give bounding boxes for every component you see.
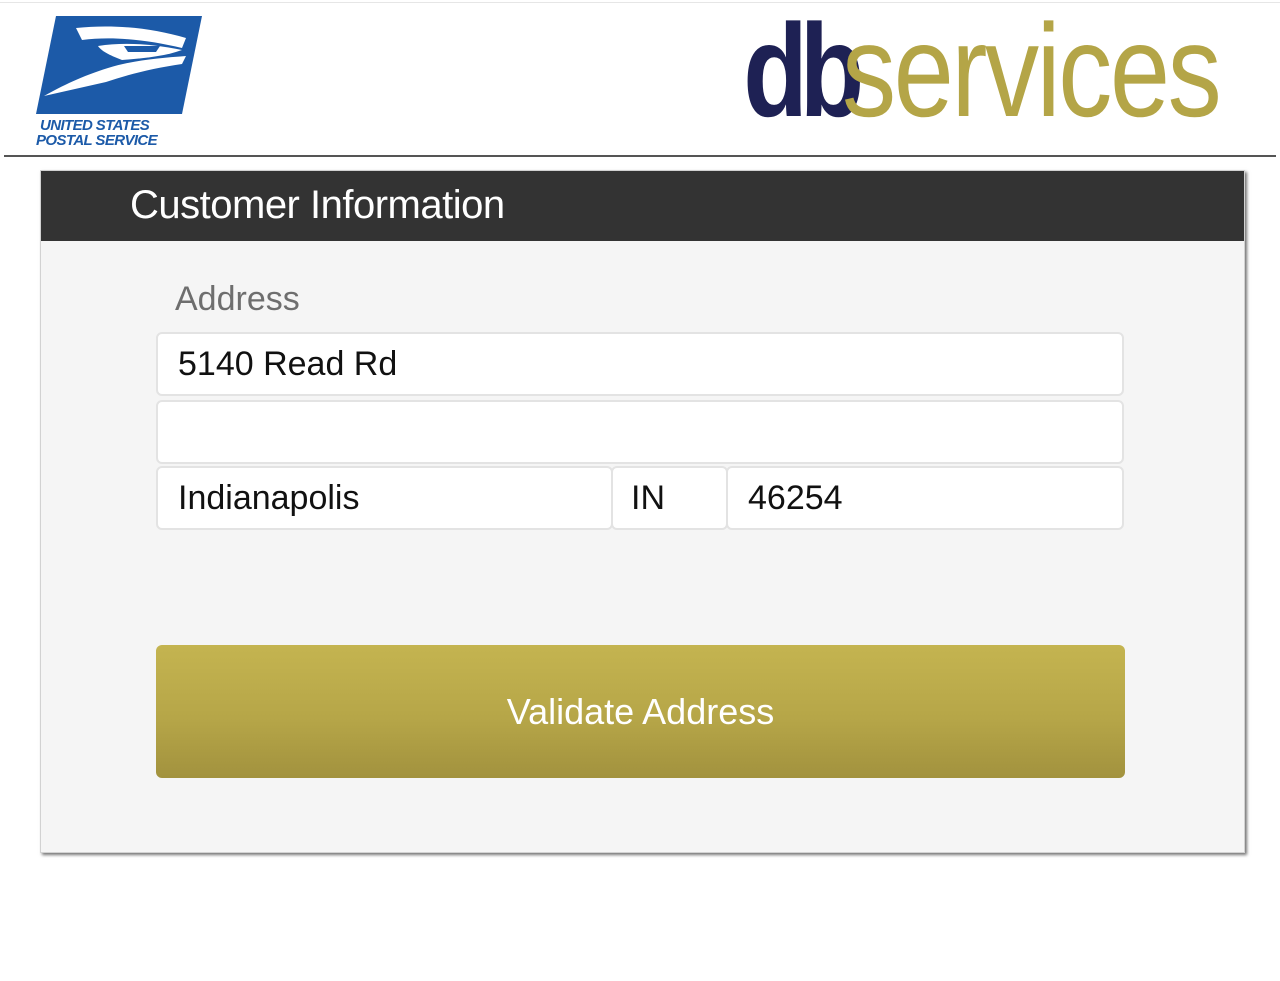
validate-address-button[interactable]: Validate Address [156, 645, 1125, 778]
address-line1-input[interactable] [156, 332, 1124, 396]
dbservices-logo-services: services [841, 0, 1222, 144]
zip-input[interactable] [726, 466, 1124, 530]
city-input[interactable] [156, 466, 613, 530]
site-header: UNITED STATES POSTAL SERVICE dbservices [0, 0, 1280, 157]
usps-logo-line2: POSTAL SERVICE [36, 132, 158, 149]
card-title: Customer Information [130, 183, 505, 227]
address-label: Address [175, 280, 300, 318]
state-input[interactable] [611, 466, 728, 530]
dbservices-logo: dbservices [715, 0, 1222, 144]
dbservices-logo-db: db [742, 0, 864, 144]
address-line2-input[interactable] [156, 400, 1124, 464]
customer-information-card: Customer Information Address Validate Ad… [40, 170, 1245, 853]
usps-logo: UNITED STATES POSTAL SERVICE [36, 16, 202, 150]
usps-eagle-icon [36, 16, 202, 114]
usps-logo-line1: UNITED STATES [40, 117, 150, 134]
header-divider [4, 155, 1276, 157]
card-header: Customer Information [41, 171, 1244, 241]
page: UNITED STATES POSTAL SERVICE dbservices … [0, 0, 1280, 981]
